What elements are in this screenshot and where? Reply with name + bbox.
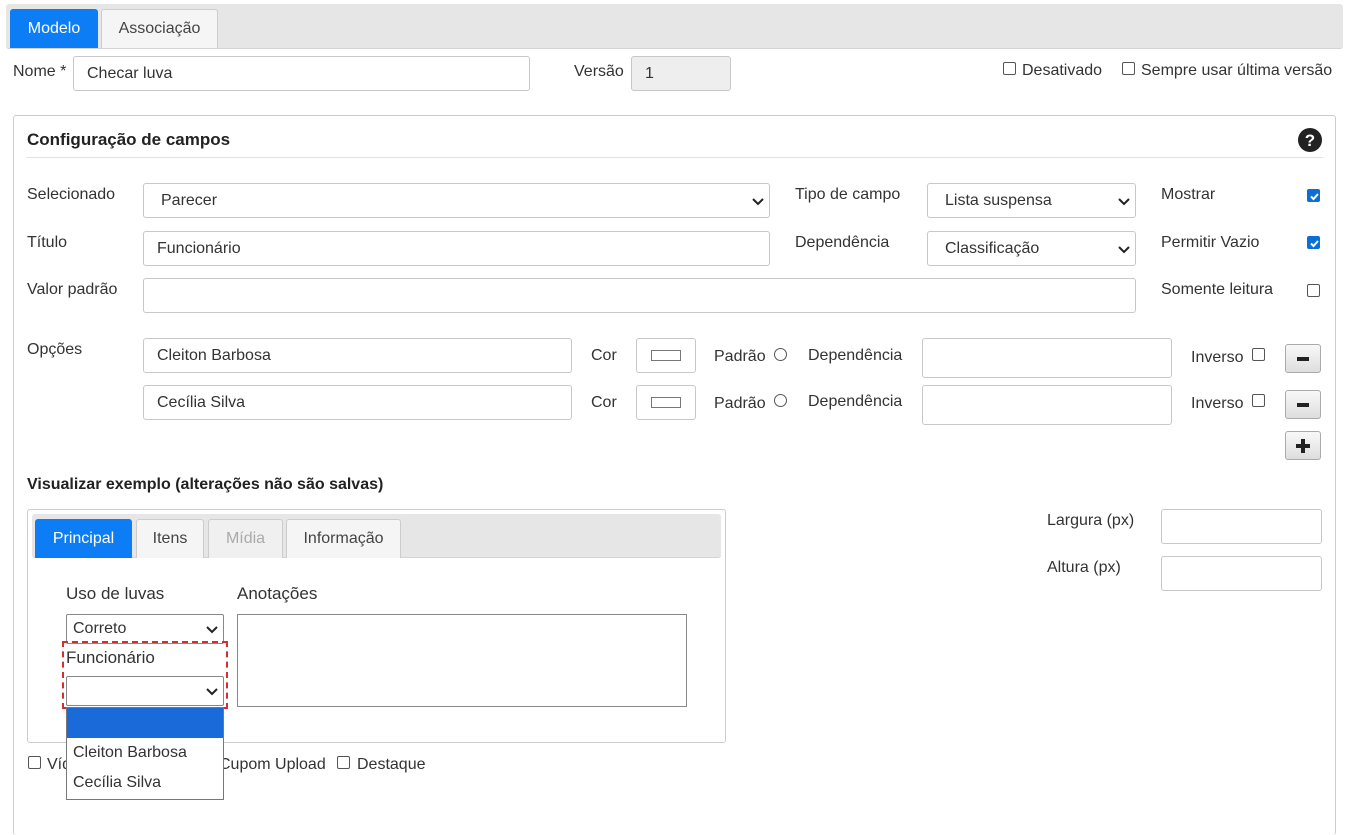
svg-text:?: ? (1305, 131, 1315, 150)
option-inverse-label: Inverso (1191, 349, 1244, 366)
chevron-down-icon (1118, 197, 1130, 205)
version-input: 1 (631, 56, 731, 91)
highlight-label: Destaque (357, 756, 426, 773)
dropdown-option[interactable]: Cleiton Barbosa (67, 738, 223, 768)
video-checkbox[interactable] (28, 756, 41, 769)
option-color-label: Cor (591, 394, 617, 411)
option-inverse-checkbox[interactable] (1252, 394, 1265, 407)
readonly-checkbox[interactable] (1307, 284, 1320, 297)
option-value-input[interactable]: Cleiton Barbosa (143, 338, 572, 373)
tab-associacao[interactable]: Associação (101, 9, 218, 48)
remove-option-button[interactable] (1285, 344, 1321, 373)
show-label: Mostrar (1161, 186, 1216, 203)
preview-tab-principal[interactable]: Principal (35, 519, 132, 558)
chevron-down-icon (206, 626, 218, 634)
preview-title: Visualizar exemplo (alterações não são s… (27, 476, 384, 493)
tab-modelo[interactable]: Modelo (10, 9, 98, 48)
allow-empty-label: Permitir Vazio (1161, 234, 1260, 251)
field-type-label: Tipo de campo (795, 186, 901, 203)
check-icon (1310, 240, 1319, 248)
field-type-select[interactable]: Lista suspensa (927, 183, 1136, 218)
allow-empty-checkbox[interactable] (1307, 236, 1320, 249)
config-divider (26, 157, 1323, 158)
preview-tab-informacao[interactable]: Informação (286, 519, 401, 558)
width-input[interactable] (1161, 509, 1322, 544)
check-icon (1310, 193, 1319, 201)
option-color-picker[interactable] (636, 385, 696, 420)
name-label: Nome * (13, 63, 67, 80)
selected-field-select[interactable]: Parecer (143, 183, 770, 218)
height-label: Altura (px) (1047, 559, 1121, 576)
chevron-down-icon (206, 688, 218, 696)
width-label: Largura (px) (1047, 512, 1135, 529)
option-dependency-label: Dependência (808, 393, 903, 410)
default-value-label: Valor padrão (27, 281, 118, 298)
option-inverse-checkbox[interactable] (1252, 348, 1265, 361)
selected-label: Selecionado (27, 186, 116, 203)
minus-icon (1297, 402, 1309, 407)
glove-usage-select[interactable]: Correto (66, 614, 224, 644)
default-value-input[interactable] (143, 278, 1136, 313)
employee-dropdown-list: Cleiton Barbosa Cecília Silva (66, 707, 224, 800)
title-input[interactable]: Funcionário (143, 231, 770, 266)
always-last-version-label: Sempre usar última versão (1141, 62, 1333, 79)
option-default-label: Padrão (714, 348, 766, 365)
highlight-checkbox[interactable] (337, 756, 350, 769)
notes-textarea[interactable] (237, 614, 687, 707)
show-checkbox[interactable] (1307, 189, 1320, 202)
color-swatch (651, 397, 681, 408)
option-default-label: Padrão (714, 395, 766, 412)
help-question-icon[interactable]: ? (1298, 128, 1322, 152)
dependency-select[interactable]: Classificação (927, 231, 1136, 266)
plus-icon (1296, 438, 1310, 453)
dependency-value: Classificação (945, 239, 1040, 257)
option-dependency-input[interactable] (922, 385, 1172, 425)
disabled-label: Desativado (1022, 62, 1103, 79)
dropdown-option-empty[interactable] (67, 708, 223, 738)
always-last-version-checkbox[interactable] (1122, 62, 1135, 75)
coupon-upload-label: Cupom Upload (219, 756, 326, 773)
employee-label: Funcionário (66, 648, 155, 667)
option-value-input[interactable]: Cecília Silva (143, 385, 572, 420)
chevron-down-icon (1118, 245, 1130, 253)
option-dependency-input[interactable] (922, 338, 1172, 378)
option-default-radio[interactable] (774, 394, 787, 407)
option-dependency-label: Dependência (808, 347, 903, 364)
option-color-label: Cor (591, 347, 617, 364)
remove-option-button[interactable] (1285, 390, 1321, 419)
title-label: Título (27, 234, 68, 251)
readonly-label: Somente leitura (1161, 281, 1274, 298)
preview-tab-itens[interactable]: Itens (136, 519, 204, 558)
minus-icon (1297, 356, 1309, 361)
field-type-value: Lista suspensa (945, 191, 1052, 209)
height-input[interactable] (1161, 556, 1322, 591)
disabled-checkbox[interactable] (1003, 62, 1016, 75)
config-title: Configuração de campos (27, 130, 231, 149)
dependency-label: Dependência (795, 234, 890, 251)
options-label: Opções (27, 341, 83, 358)
name-input[interactable]: Checar luva (73, 56, 530, 91)
glove-usage-label: Uso de luvas (66, 584, 165, 603)
option-color-picker[interactable] (636, 338, 696, 373)
option-inverse-label: Inverso (1191, 395, 1244, 412)
chevron-down-icon (752, 197, 764, 205)
color-swatch (651, 350, 681, 361)
add-option-button[interactable] (1285, 431, 1321, 460)
version-label: Versão (574, 63, 624, 80)
option-default-radio[interactable] (774, 348, 787, 361)
selected-field-value: Parecer (161, 191, 218, 209)
dropdown-option[interactable]: Cecília Silva (67, 768, 223, 798)
preview-tab-midia: Mídia (208, 519, 283, 558)
glove-usage-value: Correto (73, 620, 127, 637)
notes-label: Anotações (237, 584, 318, 603)
employee-select[interactable] (66, 676, 224, 706)
page-edge (1343, 0, 1353, 828)
